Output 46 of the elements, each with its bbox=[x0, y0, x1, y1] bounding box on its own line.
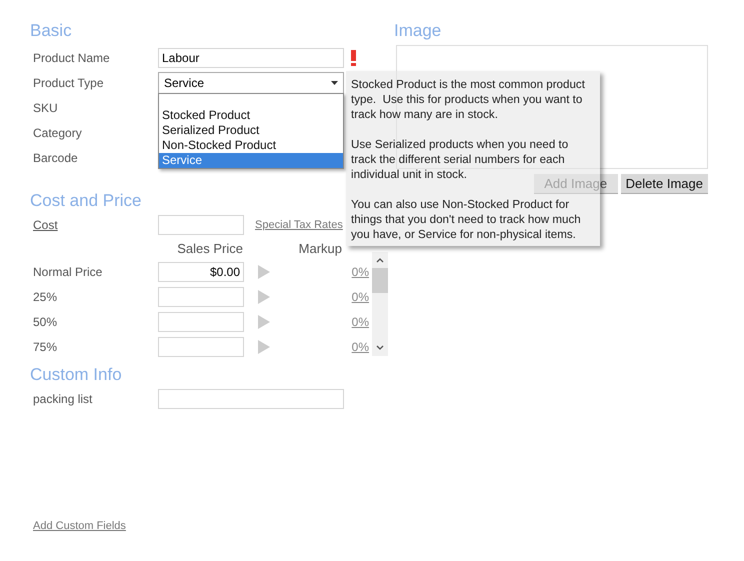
cost-field[interactable] bbox=[158, 214, 244, 234]
play-icon[interactable] bbox=[258, 264, 270, 278]
scroll-up-icon[interactable] bbox=[376, 258, 384, 263]
section-heading: Image bbox=[394, 20, 442, 42]
caret-icon bbox=[331, 80, 338, 84]
field-label: packing list bbox=[32, 392, 94, 406]
input-field[interactable]: Labour bbox=[158, 48, 344, 68]
field-label: Category bbox=[32, 126, 83, 140]
scrollbar-thumb[interactable] bbox=[372, 268, 388, 293]
dropdown-option[interactable]: Non-Stocked Product bbox=[159, 138, 343, 153]
scrollbar[interactable] bbox=[372, 252, 388, 356]
price-label: 75% bbox=[32, 340, 58, 354]
add-custom-fields-link[interactable]: Add Custom Fields bbox=[30, 520, 126, 532]
price-label: Normal Price bbox=[32, 264, 104, 278]
dropdown-option[interactable]: Service bbox=[159, 153, 343, 168]
field-label: SKU bbox=[32, 100, 59, 114]
section-heading: Basic bbox=[30, 20, 72, 42]
field-label: Product Type bbox=[32, 76, 104, 90]
play-icon[interactable] bbox=[258, 290, 270, 304]
markup-link[interactable]: 0% bbox=[352, 340, 369, 354]
section-heading: Cost and Price bbox=[30, 190, 142, 212]
field-label: Barcode bbox=[32, 150, 79, 164]
price-label: 50% bbox=[32, 314, 58, 328]
play-icon[interactable] bbox=[258, 314, 270, 328]
field-label: Product Name bbox=[32, 50, 111, 64]
price-field[interactable] bbox=[158, 286, 244, 306]
cost-link[interactable]: Cost bbox=[30, 218, 158, 232]
dropdown-option[interactable]: Serialized Product bbox=[159, 123, 343, 138]
price-label: 25% bbox=[32, 290, 58, 304]
scroll-down-icon[interactable] bbox=[376, 345, 384, 350]
price-field[interactable] bbox=[158, 336, 244, 356]
image-button[interactable]: Delete Image bbox=[620, 174, 708, 194]
markup-link[interactable]: 0% bbox=[352, 264, 369, 278]
input-field[interactable] bbox=[158, 388, 344, 408]
tooltip-text: Stocked Product is the most common product type. Use this for products when you want to track how many are in stock. bbox=[351, 77, 586, 122]
column-header: Sales Price bbox=[176, 240, 243, 256]
tax-rates-link[interactable]: Special Tax Rates bbox=[255, 218, 343, 230]
price-field[interactable]: $0.00 bbox=[158, 262, 244, 282]
markup-link[interactable]: 0% bbox=[352, 290, 369, 304]
section-heading: Custom Info bbox=[30, 364, 122, 386]
play-icon[interactable] bbox=[258, 340, 270, 354]
tooltip-text: You can also use Non-Stocked Product for things that you don't need to track how much you have, or Service for non-physical items. bbox=[351, 197, 582, 242]
column-header: Markup bbox=[298, 240, 342, 256]
markup-link[interactable]: 0% bbox=[352, 314, 369, 328]
dropdown-option[interactable]: Stocked Product bbox=[159, 108, 343, 123]
price-field[interactable] bbox=[158, 312, 244, 332]
